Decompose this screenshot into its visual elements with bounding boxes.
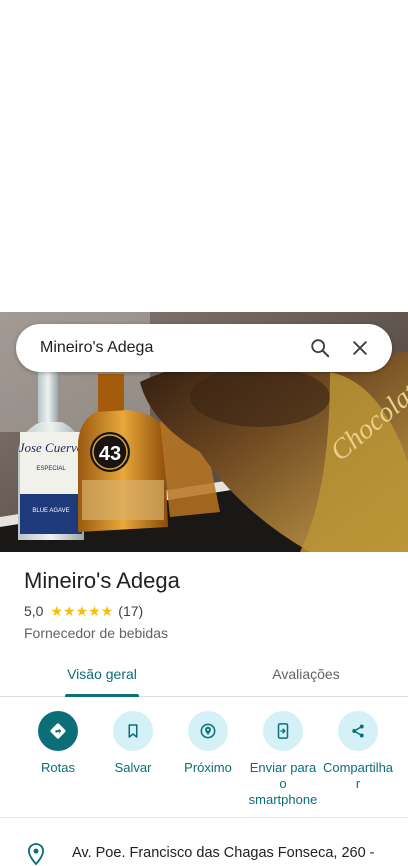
star-icon: ★ <box>63 603 76 619</box>
save-label: Salvar <box>114 760 152 775</box>
share-button-circle <box>338 711 378 751</box>
star-icon: ★ <box>50 603 64 619</box>
star-icon: ★ <box>100 603 114 619</box>
address-row[interactable]: Av. Poe. Francisco das Chagas Fonseca, 2… <box>0 836 408 866</box>
directions-label: Rotas <box>41 760 75 775</box>
tab-label: Avaliações <box>272 665 340 682</box>
active-tab-indicator <box>65 694 139 697</box>
share-icon <box>352 724 364 738</box>
bottle1-bottom: BLUE AGAVE <box>32 508 69 514</box>
place-title: Mineiro's Adega <box>24 568 180 593</box>
close-button[interactable] <box>340 328 380 368</box>
star-icon: ★ <box>75 603 89 619</box>
nearby-label: Próximo <box>184 760 232 775</box>
action-buttons-row: Rotas Salvar Próximo Enviar para o smart… <box>0 711 408 817</box>
tab-overview[interactable]: Visão geral <box>0 651 204 697</box>
place-category[interactable]: Fornecedor de bebidas <box>24 625 168 641</box>
directions-button-circle <box>38 711 78 751</box>
send-to-phone-label: Enviar para o smartphone <box>248 760 318 807</box>
location-pin-icon <box>0 836 72 866</box>
share-button[interactable]: Compartilhar <box>322 711 394 817</box>
bottle2-label: 43 <box>99 443 121 465</box>
save-button-circle <box>113 711 153 751</box>
send-to-phone-button[interactable]: Enviar para o smartphone <box>247 711 319 817</box>
send-to-phone-icon <box>277 723 289 739</box>
map-area-blank <box>0 0 408 312</box>
nearby-icon <box>200 723 216 739</box>
close-icon <box>353 341 367 355</box>
address-text: Av. Poe. Francisco das Chagas Fonseca, 2… <box>72 845 375 861</box>
review-count[interactable]: (17) <box>118 603 143 619</box>
bottle1-label: Jose Cuervo <box>19 440 84 455</box>
directions-icon <box>50 723 66 739</box>
share-label: Compartilhar <box>322 760 394 791</box>
nearby-button-circle <box>188 711 228 751</box>
tab-reviews[interactable]: Avaliações <box>204 651 408 696</box>
tab-label: Visão geral <box>67 665 137 682</box>
search-bar[interactable]: Mineiro's Adega <box>16 324 392 372</box>
rating-stars: ★ ★ ★ ★ ★ <box>50 604 113 618</box>
save-button[interactable]: Salvar <box>97 711 169 817</box>
search-button[interactable] <box>300 328 340 368</box>
send-to-phone-button-circle <box>263 711 303 751</box>
rating-row[interactable]: 5,0 ★ ★ ★ ★ ★ (17) <box>24 603 143 619</box>
star-icon: ★ <box>88 603 101 619</box>
section-divider <box>0 817 408 818</box>
nearby-button[interactable]: Próximo <box>172 711 244 817</box>
rating-value: 5,0 <box>24 603 44 619</box>
directions-button[interactable]: Rotas <box>22 711 94 817</box>
search-icon <box>311 339 330 358</box>
tab-bar: Visão geral Avaliações <box>0 651 408 697</box>
bookmark-icon <box>128 724 138 738</box>
search-input[interactable]: Mineiro's Adega <box>40 339 300 357</box>
bottle1-sub: ESPECIAL <box>36 466 66 472</box>
